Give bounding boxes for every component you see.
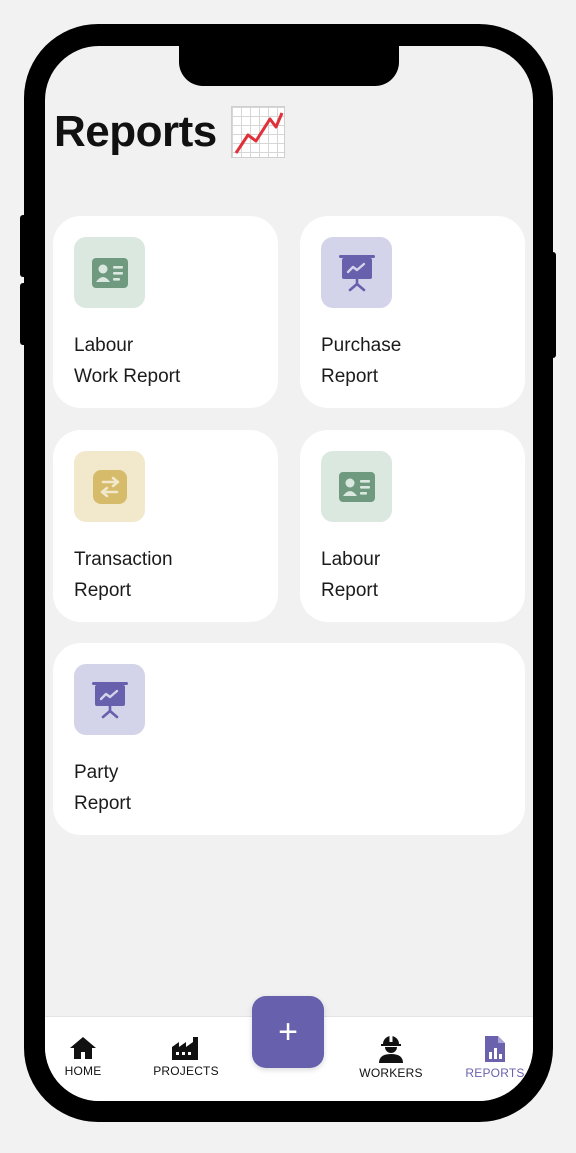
nav-workers[interactable]: WORKERS bbox=[359, 1035, 423, 1080]
card-title-line2: Report bbox=[321, 580, 379, 601]
card-title-line1: Transaction bbox=[74, 549, 173, 570]
notch bbox=[179, 46, 399, 86]
card-title-line1: Labour bbox=[74, 335, 134, 356]
app-screen: Reports Labour Work Report Purchase Repo… bbox=[45, 46, 533, 1101]
presentation-chart-icon bbox=[74, 664, 145, 735]
phone-frame: Reports Labour Work Report Purchase Repo… bbox=[24, 24, 553, 1122]
nav-reports-label: REPORTS bbox=[465, 1066, 525, 1080]
nav-home[interactable]: HOME bbox=[63, 1035, 103, 1078]
card-title-line1: Labour bbox=[321, 549, 381, 570]
nav-workers-label: WORKERS bbox=[359, 1066, 423, 1080]
card-title-line2: Report bbox=[321, 366, 379, 387]
card-title: Labour Report bbox=[321, 544, 380, 606]
add-button[interactable]: + bbox=[252, 996, 324, 1068]
id-card-icon bbox=[74, 237, 145, 308]
home-icon bbox=[70, 1037, 96, 1059]
purchase-report-card[interactable]: Purchase Report bbox=[300, 216, 525, 408]
factory-icon bbox=[172, 1037, 198, 1060]
card-title-line2: Report bbox=[74, 580, 132, 601]
id-card-icon bbox=[321, 451, 392, 522]
nav-projects-label: PROJECTS bbox=[153, 1064, 219, 1078]
card-title: Purchase Report bbox=[321, 330, 401, 392]
page-header: Reports bbox=[54, 106, 285, 158]
plus-icon: + bbox=[278, 1012, 298, 1051]
card-title-line1: Purchase bbox=[321, 335, 402, 356]
card-title: Party Report bbox=[74, 757, 131, 819]
labour-report-card[interactable]: Labour Report bbox=[300, 430, 525, 622]
card-title-line1: Party bbox=[74, 762, 119, 783]
chart-increasing-icon bbox=[230, 106, 285, 158]
card-title: Labour Work Report bbox=[74, 330, 180, 392]
report-chart-icon bbox=[485, 1036, 505, 1062]
page-title: Reports bbox=[54, 107, 217, 156]
worker-icon bbox=[379, 1036, 403, 1063]
card-title: Transaction Report bbox=[74, 544, 173, 606]
card-title-line2: Report bbox=[74, 793, 132, 814]
party-report-card[interactable]: Party Report bbox=[53, 643, 525, 835]
labour-work-report-card[interactable]: Labour Work Report bbox=[53, 216, 278, 408]
card-title-line2: Work Report bbox=[74, 366, 181, 387]
nav-projects[interactable]: PROJECTS bbox=[153, 1035, 219, 1078]
presentation-chart-icon bbox=[321, 237, 392, 308]
transaction-report-card[interactable]: Transaction Report bbox=[53, 430, 278, 622]
exchange-arrows-icon bbox=[74, 451, 145, 522]
nav-home-label: HOME bbox=[64, 1064, 102, 1078]
nav-reports[interactable]: REPORTS bbox=[465, 1035, 525, 1080]
